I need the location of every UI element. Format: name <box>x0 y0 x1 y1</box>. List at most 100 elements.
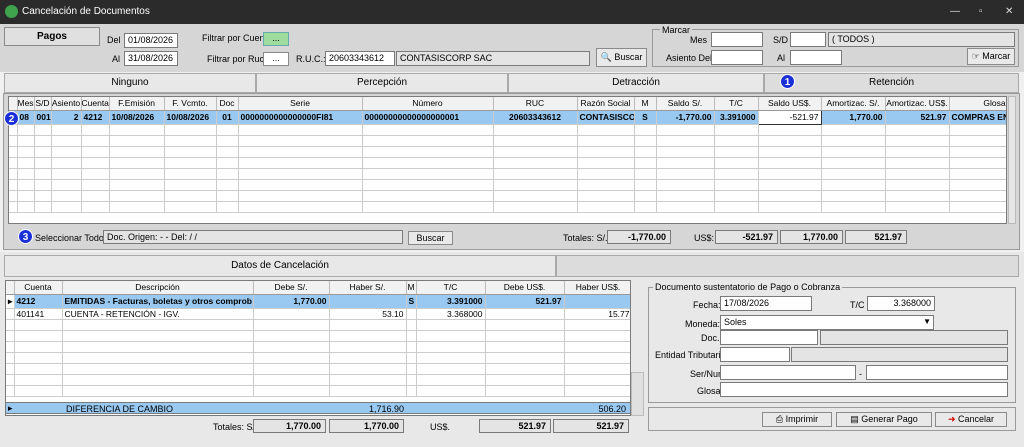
cell-tc[interactable]: 3.391000 <box>714 110 759 125</box>
col-header[interactable]: Debe S/. <box>253 281 330 295</box>
col-header[interactable]: M <box>634 97 657 111</box>
doc-input[interactable] <box>720 330 818 345</box>
col-header[interactable]: T/C <box>416 281 486 295</box>
diferencia-cambio-row[interactable]: ▸ DIFERENCIA DE CAMBIO 1,716.90 506.20 <box>5 402 631 414</box>
cell-razon-social[interactable]: CONTASISCOR <box>577 110 635 125</box>
numero-input[interactable] <box>866 365 1008 380</box>
tab-percepcion[interactable]: Percepción <box>256 73 508 93</box>
cell-debe-soles[interactable] <box>253 308 330 320</box>
cell-tc[interactable]: 3.391000 <box>416 294 486 309</box>
glosa-input[interactable] <box>720 382 1008 397</box>
cell-amortiz-soles[interactable]: 1,770.00 <box>821 110 886 125</box>
table-row[interactable] <box>9 168 1006 180</box>
table-row[interactable] <box>6 374 630 386</box>
del-date-input[interactable]: 01/08/2026 <box>124 33 178 48</box>
col-header[interactable]: Amortizac. US$. <box>885 97 950 111</box>
cell-m[interactable]: S <box>406 294 417 309</box>
table-row[interactable] <box>6 352 630 364</box>
table-row[interactable] <box>9 179 1006 191</box>
cell-tc[interactable]: 3.368000 <box>416 308 486 320</box>
serie-input[interactable] <box>720 365 856 380</box>
table-row[interactable] <box>9 201 1006 213</box>
cell-f-emision[interactable]: 10/08/2026 <box>109 110 165 125</box>
col-header[interactable]: Serie <box>238 97 363 111</box>
cell-numero[interactable]: 00000000000000000001 <box>362 110 494 125</box>
table-row[interactable]: ▸ 4212 EMITIDAS - Facturas, boletas y ot… <box>6 294 630 309</box>
table-row[interactable] <box>6 385 630 397</box>
filtrar-cuentas-button[interactable]: ... <box>263 32 289 46</box>
tc-input[interactable]: 3.368000 <box>867 296 935 311</box>
table-row[interactable] <box>9 135 1006 147</box>
cell-m[interactable]: S <box>634 110 657 125</box>
filtrar-ruc-button[interactable]: ... <box>263 52 289 66</box>
col-header[interactable]: Mes <box>17 97 35 111</box>
cell-sd[interactable]: 001 <box>34 110 52 125</box>
cell-haber-usd[interactable]: 15.77 <box>564 308 630 320</box>
table-row[interactable] <box>6 319 630 331</box>
col-header[interactable]: Asiento <box>51 97 82 111</box>
tab-detraccion[interactable]: Detracción <box>508 73 764 93</box>
close-icon[interactable]: ✕ <box>1005 6 1013 17</box>
col-header[interactable]: Amortizac. S/. <box>821 97 886 111</box>
cell-descripcion[interactable]: CUENTA - RETENCIÓN - IGV. <box>62 308 254 320</box>
cell-m[interactable] <box>406 308 417 320</box>
col-header[interactable]: Cuenta <box>81 97 110 111</box>
cell-descripcion[interactable]: EMITIDAS - Facturas, boletas y otros com… <box>62 294 254 309</box>
cell-cuenta[interactable]: 4212 <box>81 110 110 125</box>
col-header[interactable]: Razón Social <box>577 97 635 111</box>
fecha-input[interactable]: 17/08/2026 <box>720 296 812 311</box>
cell-debe-usd[interactable] <box>485 308 565 320</box>
tab-empty[interactable] <box>556 255 1019 277</box>
ruc-input[interactable]: 20603343612 <box>325 51 395 66</box>
cell-haber-usd[interactable] <box>564 294 630 309</box>
buscar-origen-button[interactable]: Buscar <box>408 231 453 245</box>
cell-debe-usd[interactable]: 521.97 <box>485 294 565 309</box>
col-header[interactable]: S/D <box>34 97 52 111</box>
minimize-icon[interactable]: — <box>950 6 960 17</box>
table-row[interactable] <box>6 330 630 342</box>
cell-saldo-soles[interactable]: -1,770.00 <box>656 110 715 125</box>
cell-mes[interactable]: 08 <box>17 110 35 125</box>
col-header[interactable]: F. Vcmto. <box>164 97 217 111</box>
tab-ninguno[interactable]: Ninguno <box>4 73 256 93</box>
table-row[interactable]: 08 001 2 4212 10/08/2026 10/08/2026 01 0… <box>9 109 1006 125</box>
generar-pago-button[interactable]: ▤ Generar Pago <box>836 412 932 427</box>
table-row[interactable] <box>6 341 630 353</box>
cancelar-button[interactable]: ➜ Cancelar <box>935 412 1007 427</box>
cell-amortiz-usd[interactable]: 521.97 <box>885 110 950 125</box>
documents-scrollbar[interactable] <box>1008 96 1016 224</box>
table-row[interactable] <box>6 363 630 375</box>
asiento-al-input[interactable] <box>790 50 842 65</box>
mes-input[interactable] <box>711 32 763 47</box>
col-header[interactable]: T/C <box>714 97 759 111</box>
tab-datos-cancelacion[interactable]: Datos de Cancelación <box>4 255 556 277</box>
col-header[interactable]: Número <box>362 97 494 111</box>
col-header[interactable]: Saldo US$. <box>758 97 822 111</box>
marcar-button[interactable]: ☞ Marcar <box>967 48 1015 65</box>
sd-input[interactable] <box>790 32 826 47</box>
select-all-checkbox[interactable]: Seleccionar Todo <box>35 233 104 243</box>
cell-glosa[interactable]: COMPRAS ENTRE AGE <box>949 110 1006 125</box>
col-header[interactable]: RUC <box>493 97 578 111</box>
cancelacion-scrollbar[interactable] <box>631 372 644 416</box>
table-row[interactable]: 401141 CUENTA - RETENCIÓN - IGV. 53.10 3… <box>6 308 630 320</box>
cell-saldo-usd-editing[interactable]: -521.97 <box>757 109 822 125</box>
buscar-button[interactable]: 🔍 Buscar <box>596 48 647 67</box>
col-header[interactable]: M <box>406 281 417 295</box>
table-row[interactable] <box>9 190 1006 202</box>
col-header[interactable]: Doc <box>216 97 239 111</box>
cell-haber-soles[interactable] <box>329 294 407 309</box>
col-header[interactable]: Haber S/. <box>329 281 407 295</box>
table-row[interactable] <box>9 146 1006 158</box>
al-date-input[interactable]: 31/08/2026 <box>124 51 178 66</box>
cell-f-vcmto[interactable]: 10/08/2026 <box>164 110 217 125</box>
col-header[interactable]: Descripción <box>62 281 254 295</box>
col-header[interactable]: Glosa <box>949 97 1006 111</box>
table-row[interactable] <box>9 124 1006 136</box>
cell-cuenta[interactable]: 401141 <box>14 308 63 320</box>
cell-haber-soles[interactable]: 53.10 <box>329 308 407 320</box>
asiento-del-input[interactable] <box>711 50 763 65</box>
cell-cuenta[interactable]: 4212 <box>14 294 63 309</box>
entidad-input[interactable] <box>720 347 790 362</box>
cell-doc[interactable]: 01 <box>216 110 239 125</box>
